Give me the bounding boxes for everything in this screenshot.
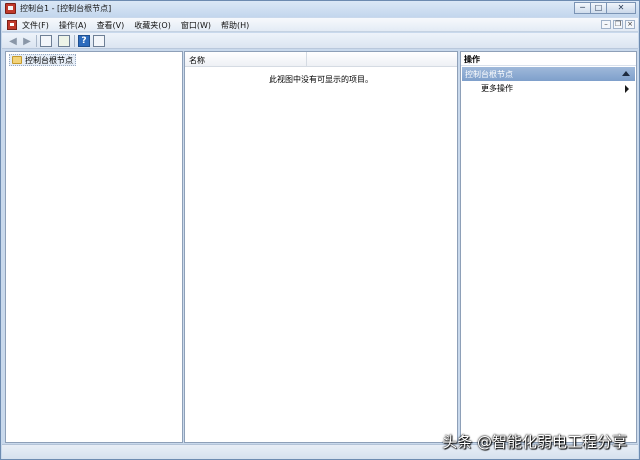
toolbar-separator	[36, 35, 37, 47]
mmc-app-icon[interactable]	[5, 3, 16, 14]
show-hide-action-pane-icon[interactable]	[93, 35, 105, 47]
column-divider[interactable]	[306, 52, 307, 67]
collapse-arrow-icon[interactable]	[622, 71, 630, 76]
window-title: 控制台1 - [控制台根节点]	[20, 4, 112, 13]
more-actions-label: 更多操作	[481, 84, 513, 93]
title-bar[interactable]: 控制台1 - [控制台根节点] ─ □ ✕	[1, 1, 639, 17]
forward-arrow-icon[interactable]: ▶	[21, 35, 33, 47]
menu-view[interactable]: 查看(V)	[97, 20, 125, 31]
menu-favorites[interactable]: 收藏夹(O)	[134, 20, 171, 31]
child-minimize-button[interactable]: –	[601, 20, 611, 29]
tree-node-label: 控制台根节点	[25, 55, 73, 65]
console-menu-icon[interactable]	[7, 20, 17, 30]
submenu-arrow-icon	[625, 85, 629, 93]
maximize-button[interactable]: □	[590, 2, 607, 14]
back-arrow-icon[interactable]: ◀	[7, 35, 19, 47]
mmc-window: 控制台1 - [控制台根节点] ─ □ ✕ 文件(F) 操作(A) 查看(V) …	[0, 0, 640, 460]
menu-bar: 文件(F) 操作(A) 查看(V) 收藏夹(O) 窗口(W) 帮助(H) – ❐…	[2, 18, 638, 32]
menu-help[interactable]: 帮助(H)	[221, 20, 249, 31]
watermark-text: 头条 @智能化弱电工程分享	[442, 433, 627, 451]
toolbar: ◀ ▶ ?	[2, 33, 638, 49]
list-header: 名称	[185, 52, 457, 67]
help-icon[interactable]: ?	[78, 35, 90, 47]
action-group-console-root[interactable]: 控制台根节点	[462, 67, 635, 81]
minimize-button[interactable]: ─	[574, 2, 591, 14]
menu-items: 文件(F) 操作(A) 查看(V) 收藏夹(O) 窗口(W) 帮助(H)	[22, 20, 259, 31]
action-group-label: 控制台根节点	[465, 70, 513, 79]
close-button[interactable]: ✕	[606, 2, 636, 14]
action-item-more-actions[interactable]: 更多操作	[462, 82, 635, 95]
caption-buttons: ─ □ ✕	[574, 2, 636, 14]
show-hide-tree-icon[interactable]	[40, 35, 52, 47]
child-restore-button[interactable]: ❐	[613, 20, 623, 29]
column-header-name[interactable]: 名称	[189, 55, 205, 66]
actions-pane: 操作 控制台根节点 更多操作	[460, 51, 637, 443]
result-pane[interactable]: 名称 此视图中没有可显示的项目。	[184, 51, 458, 443]
menu-window[interactable]: 窗口(W)	[181, 20, 211, 31]
menu-file[interactable]: 文件(F)	[22, 20, 49, 31]
child-close-button[interactable]: ×	[625, 20, 635, 29]
tree-node-console-root[interactable]: 控制台根节点	[9, 54, 76, 66]
actions-pane-title: 操作	[461, 52, 636, 66]
folder-icon	[12, 56, 22, 64]
menu-action[interactable]: 操作(A)	[59, 20, 87, 31]
toolbar-separator	[74, 35, 75, 47]
console-tree-pane[interactable]: 控制台根节点	[5, 51, 183, 443]
child-window-buttons: – ❐ ×	[599, 20, 635, 29]
empty-view-message: 此视图中没有可显示的项目。	[269, 75, 373, 84]
export-list-icon[interactable]	[58, 35, 70, 47]
